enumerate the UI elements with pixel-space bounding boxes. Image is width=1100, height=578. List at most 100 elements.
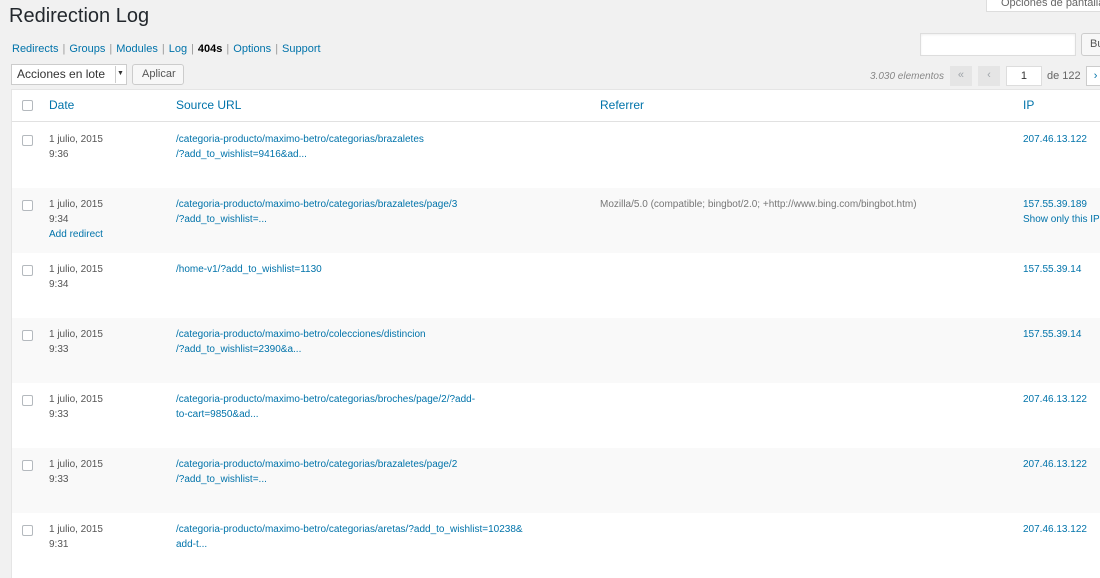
row-date-day: 1 julio, 2015	[49, 199, 103, 210]
subnav-log[interactable]: Log	[169, 43, 187, 55]
subnav: Redirects | Groups | Modules | Log | 404s | Option…	[12, 43, 321, 55]
page-title: Redirection Log	[9, 5, 150, 27]
row-source-url-line: /categoria-producto/maximo-betro/categor…	[176, 459, 458, 470]
apply-button[interactable]: Aplicar	[132, 64, 184, 85]
subnav-options[interactable]: Options	[233, 43, 271, 55]
next-page-button[interactable]: ›	[1085, 66, 1100, 86]
row-ip: 207.46.13.122	[1023, 457, 1087, 472]
row-source-url-line: to-cart=9850&ad...	[176, 409, 259, 420]
row-ip-link[interactable]: 207.46.13.122	[1023, 459, 1087, 470]
row-ip: 207.46.13.122	[1023, 522, 1087, 537]
row-source-url[interactable]: /categoria-producto/maximo-betro/categor…	[176, 197, 586, 227]
subnav-redirects[interactable]: Redirects	[12, 43, 58, 55]
row-date: 1 julio, 2015 9:33	[49, 392, 103, 422]
row-source-url-line: /?add_to_wishlist=9416&ad...	[176, 149, 307, 160]
subnav-separator: |	[161, 43, 165, 55]
table-row: 1 julio, 2015 9:33/categoria-producto/max…	[12, 383, 1100, 448]
column-date[interactable]: Date	[49, 98, 74, 112]
column-ip[interactable]: IP	[1023, 98, 1034, 112]
row-source-url-line: add-t...	[176, 539, 208, 550]
bulk-actions-select[interactable]: Acciones en lote ▼	[11, 64, 127, 85]
row-date-time: 9:33	[49, 474, 69, 485]
table-row: 1 julio, 2015 9:34 Add redirect/categoria-…	[12, 188, 1100, 253]
table-row: 1 julio, 2015 9:33/categoria-producto/max…	[12, 318, 1100, 383]
row-date: 1 julio, 2015 9:33	[49, 457, 103, 487]
row-checkbox[interactable]	[22, 200, 33, 211]
pagination: 3.030 elementos « ‹ 1 de 122 ›	[870, 66, 1100, 86]
search-input[interactable]	[920, 33, 1076, 56]
subnav-support[interactable]: Support	[282, 43, 321, 55]
table-row: 1 julio, 2015 9:36/categoria-producto/max…	[12, 123, 1100, 188]
row-source-url-line: /categoria-producto/maximo-betro/colecci…	[176, 329, 426, 340]
row-date-time: 9:34	[49, 214, 69, 225]
row-date-day: 1 julio, 2015	[49, 134, 103, 145]
row-source-url-line: /categoria-producto/maximo-betro/categor…	[176, 394, 476, 405]
show-only-this-ip-link[interactable]: Show only this IP	[1023, 214, 1100, 225]
row-checkbox[interactable]	[22, 525, 33, 536]
row-source-url[interactable]: /home-v1/?add_to_wishlist=1130	[176, 262, 586, 277]
add-redirect-link[interactable]: Add redirect	[49, 229, 103, 240]
search-button[interactable]: Buscar	[1081, 33, 1100, 56]
bulk-actions-selected: Acciones en lote	[17, 67, 106, 81]
row-source-url[interactable]: /categoria-producto/maximo-betro/categor…	[176, 457, 586, 487]
row-source-url-line: /?add_to_wishlist=2390&a...	[176, 344, 302, 355]
row-source-url[interactable]: /categoria-producto/maximo-betro/categor…	[176, 132, 586, 162]
subnav-separator: |	[191, 43, 194, 55]
row-date-time: 9:36	[49, 149, 69, 160]
table-header: Date Source URL Referrer IP	[12, 90, 1100, 122]
row-source-url[interactable]: /categoria-producto/maximo-betro/colecci…	[176, 327, 586, 357]
screen-options-button[interactable]: Opciones de pantalla	[986, 0, 1100, 12]
row-date: 1 julio, 2015 9:34	[49, 262, 103, 292]
row-date-time: 9:33	[49, 344, 69, 355]
row-ip-link[interactable]: 157.55.39.14	[1023, 329, 1081, 340]
table-row: 1 julio, 2015 9:34/home-v1/?add_to_wishli…	[12, 253, 1100, 318]
row-date-day: 1 julio, 2015	[49, 524, 103, 535]
row-checkbox[interactable]	[22, 460, 33, 471]
row-date: 1 julio, 2015 9:34 Add redirect	[49, 197, 103, 242]
log-table: Date Source URL Referrer IP 1 julio, 201…	[11, 89, 1100, 578]
first-page-button: «	[949, 66, 972, 86]
row-source-url-line: /categoria-producto/maximo-betro/categor…	[176, 199, 458, 210]
row-ip-link[interactable]: 207.46.13.122	[1023, 134, 1087, 145]
row-date-day: 1 julio, 2015	[49, 264, 103, 275]
table-row: 1 julio, 2015 9:33/categoria-producto/max…	[12, 448, 1100, 513]
row-date: 1 julio, 2015 9:31	[49, 522, 103, 552]
row-ip-link[interactable]: 157.55.39.189	[1023, 199, 1087, 210]
row-source-url-line: /?add_to_wishlist=...	[176, 474, 267, 485]
column-source-url[interactable]: Source URL	[176, 98, 241, 112]
row-ip-link[interactable]: 157.55.39.14	[1023, 264, 1081, 275]
current-page-input[interactable]: 1	[1005, 66, 1042, 86]
row-ip-link[interactable]: 207.46.13.122	[1023, 524, 1087, 535]
table-row: 1 julio, 2015 9:31/categoria-producto/max…	[12, 513, 1100, 578]
items-count: 3.030 elementos	[870, 70, 944, 82]
subnav-separator: |	[226, 43, 230, 55]
row-source-url-line: /categoria-producto/maximo-betro/categor…	[176, 134, 424, 145]
subnav-separator: |	[109, 43, 113, 55]
row-ip: 207.46.13.122	[1023, 392, 1087, 407]
row-source-url[interactable]: /categoria-producto/maximo-betro/categor…	[176, 392, 586, 422]
chevron-down-icon: ▼	[115, 66, 125, 83]
row-checkbox[interactable]	[22, 330, 33, 341]
prev-page-button: ‹	[977, 66, 1000, 86]
row-date-day: 1 julio, 2015	[49, 394, 103, 405]
row-ip: 157.55.39.189 Show only this IP	[1023, 197, 1100, 227]
row-ip: 157.55.39.14	[1023, 327, 1081, 342]
row-checkbox[interactable]	[22, 135, 33, 146]
row-ip: 157.55.39.14	[1023, 262, 1081, 277]
row-date-day: 1 julio, 2015	[49, 329, 103, 340]
row-date-day: 1 julio, 2015	[49, 459, 103, 470]
row-ip-link[interactable]: 207.46.13.122	[1023, 394, 1087, 405]
row-checkbox[interactable]	[22, 395, 33, 406]
row-source-url[interactable]: /categoria-producto/maximo-betro/categor…	[176, 522, 586, 552]
row-checkbox[interactable]	[22, 265, 33, 276]
subnav-groups[interactable]: Groups	[69, 43, 105, 55]
total-pages: de 122	[1046, 70, 1081, 82]
row-date-time: 9:34	[49, 279, 69, 290]
row-source-url-line: /categoria-producto/maximo-betro/categor…	[176, 524, 523, 535]
select-all-checkbox[interactable]	[22, 100, 33, 111]
column-referrer[interactable]: Referrer	[600, 98, 644, 112]
row-referrer: Mozilla/5.0 (compatible; bingbot/2.0; +h…	[600, 199, 917, 210]
subnav-modules[interactable]: Modules	[116, 43, 158, 55]
row-source-url-line: /home-v1/?add_to_wishlist=1130	[176, 264, 322, 275]
subnav-404s[interactable]: 404s	[198, 43, 222, 55]
